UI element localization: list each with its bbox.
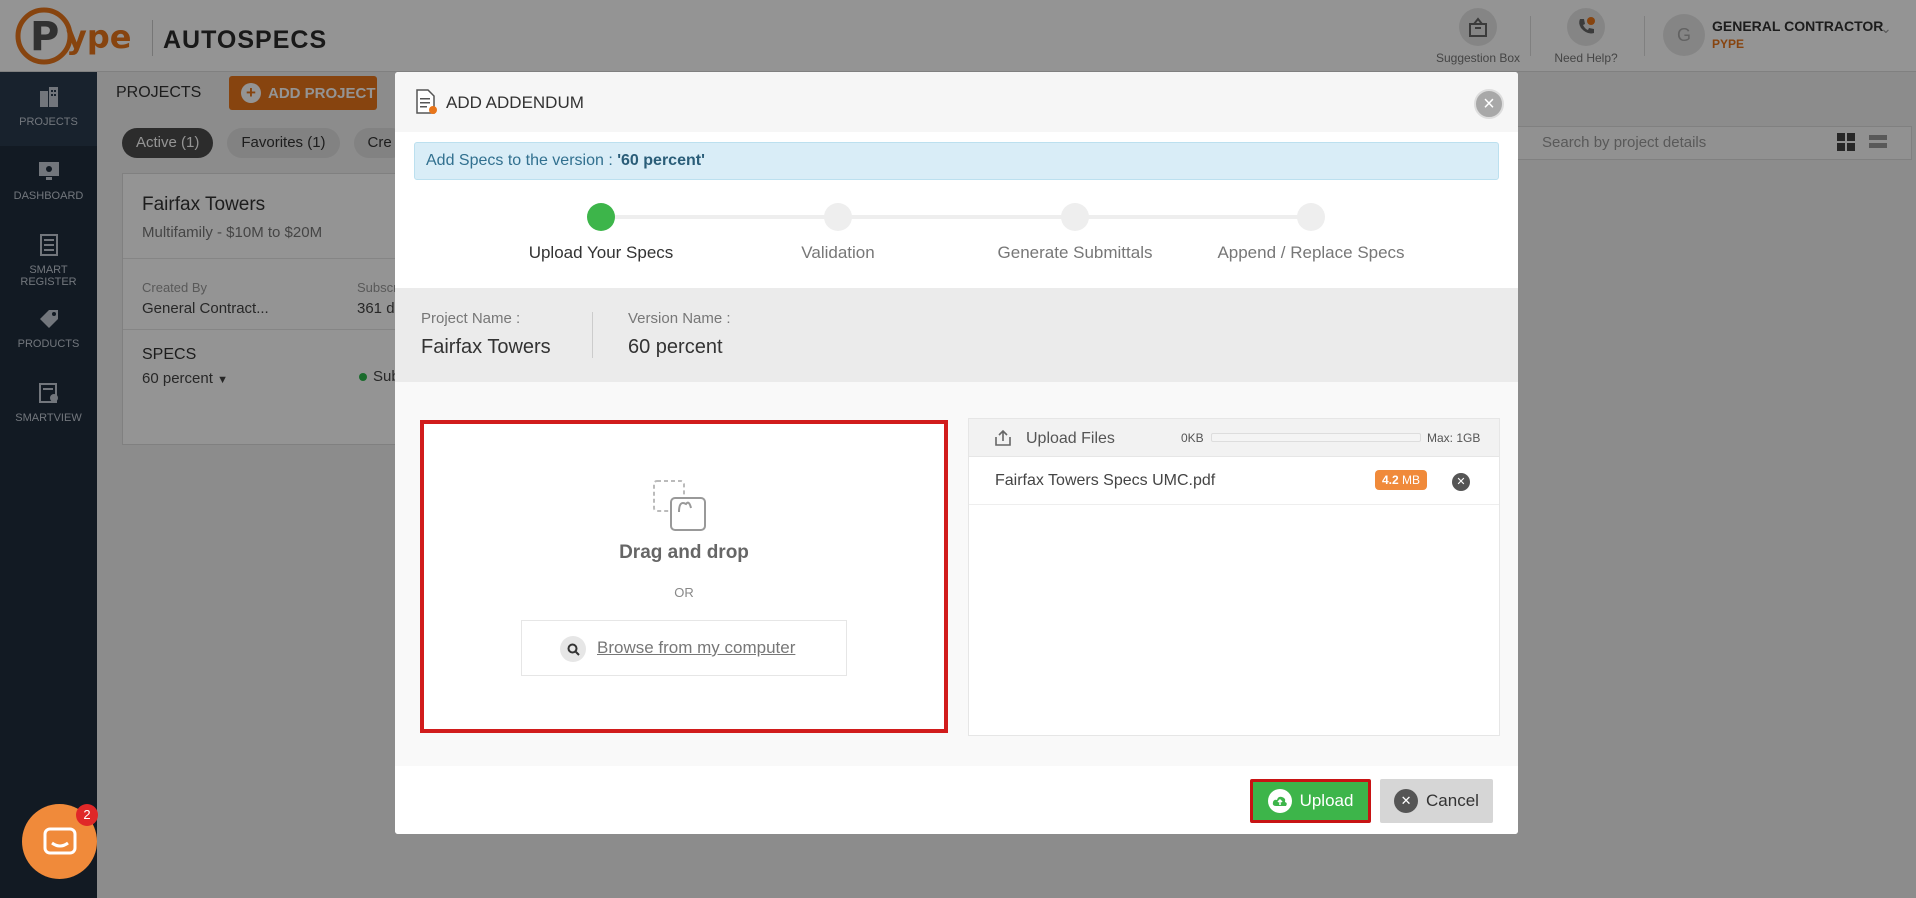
upload-icon bbox=[995, 429, 1011, 446]
project-info-panel: Project Name : Fairfax Towers Version Na… bbox=[395, 288, 1518, 382]
chat-icon bbox=[43, 827, 76, 854]
browse-button[interactable]: Browse from my computer bbox=[521, 620, 847, 676]
step-dot-append bbox=[1297, 203, 1325, 231]
step-label-validation: Validation bbox=[801, 243, 875, 262]
close-icon: ✕ bbox=[1394, 789, 1419, 813]
version-info-bar: Add Specs to the version : '60 percent' bbox=[414, 142, 1499, 180]
search-icon bbox=[560, 636, 586, 662]
browse-label[interactable]: Browse from my computer bbox=[597, 638, 795, 658]
file-size-unit: MB bbox=[1402, 473, 1421, 487]
step-label-append: Append / Replace Specs bbox=[1217, 243, 1405, 262]
cancel-button[interactable]: ✕ Cancel bbox=[1380, 779, 1493, 823]
upload-files-panel: Upload Files 0KB Max: 1GB Fairfax Towers… bbox=[968, 418, 1500, 736]
version-name-value: 60 percent bbox=[628, 336, 723, 358]
document-icon bbox=[416, 89, 437, 114]
project-name-label: Project Name : bbox=[421, 310, 521, 327]
chat-badge: 2 bbox=[76, 804, 98, 826]
step-label-upload: Upload Your Specs bbox=[528, 243, 674, 262]
drag-drop-title: Drag and drop bbox=[619, 542, 749, 563]
remove-file-icon[interactable]: ✕ bbox=[1452, 473, 1470, 491]
file-list-item: Fairfax Towers Specs UMC.pdf 4.2 MB ✕ bbox=[969, 457, 1499, 505]
file-size-number: 4.2 bbox=[1382, 473, 1399, 487]
or-separator: OR bbox=[674, 585, 694, 600]
upload-label: Upload bbox=[1299, 791, 1354, 810]
upload-files-header: Upload Files 0KB Max: 1GB bbox=[969, 419, 1499, 457]
version-prefix: Add Specs to the version : bbox=[426, 152, 618, 169]
version-name: '60 percent' bbox=[617, 152, 705, 169]
upload-size-min: 0KB bbox=[1181, 431, 1204, 445]
file-size-badge: 4.2 MB bbox=[1375, 470, 1428, 490]
drag-drop-icon bbox=[653, 480, 706, 531]
upload-area: Drag and drop OR Browse from my computer… bbox=[395, 382, 1518, 766]
upload-button[interactable]: Upload bbox=[1250, 779, 1371, 823]
drag-drop-zone[interactable]: Drag and drop OR Browse from my computer bbox=[420, 420, 948, 733]
step-dot-generate bbox=[1061, 203, 1089, 231]
upload-files-label: Upload Files bbox=[1026, 430, 1115, 447]
cloud-upload-icon bbox=[1267, 789, 1292, 813]
cancel-label: Cancel bbox=[1426, 791, 1479, 810]
file-name: Fairfax Towers Specs UMC.pdf bbox=[995, 472, 1216, 489]
divider bbox=[592, 312, 593, 358]
stepper-track bbox=[601, 215, 1311, 219]
project-name-value: Fairfax Towers bbox=[421, 336, 551, 358]
step-label-generate: Generate Submittals bbox=[997, 243, 1153, 262]
close-icon[interactable]: × bbox=[1474, 89, 1504, 119]
add-addendum-modal: ADD ADDENDUM × Add Specs to the version … bbox=[395, 72, 1518, 834]
modal-title: ADD ADDENDUM bbox=[446, 93, 584, 112]
upload-size-max: Max: 1GB bbox=[1427, 431, 1481, 445]
step-dot-validation bbox=[824, 203, 852, 231]
modal-header: ADD ADDENDUM × bbox=[395, 72, 1518, 132]
version-name-label: Version Name : bbox=[628, 310, 731, 327]
upload-progress-bar bbox=[1211, 433, 1421, 442]
step-dot-upload bbox=[587, 203, 615, 231]
